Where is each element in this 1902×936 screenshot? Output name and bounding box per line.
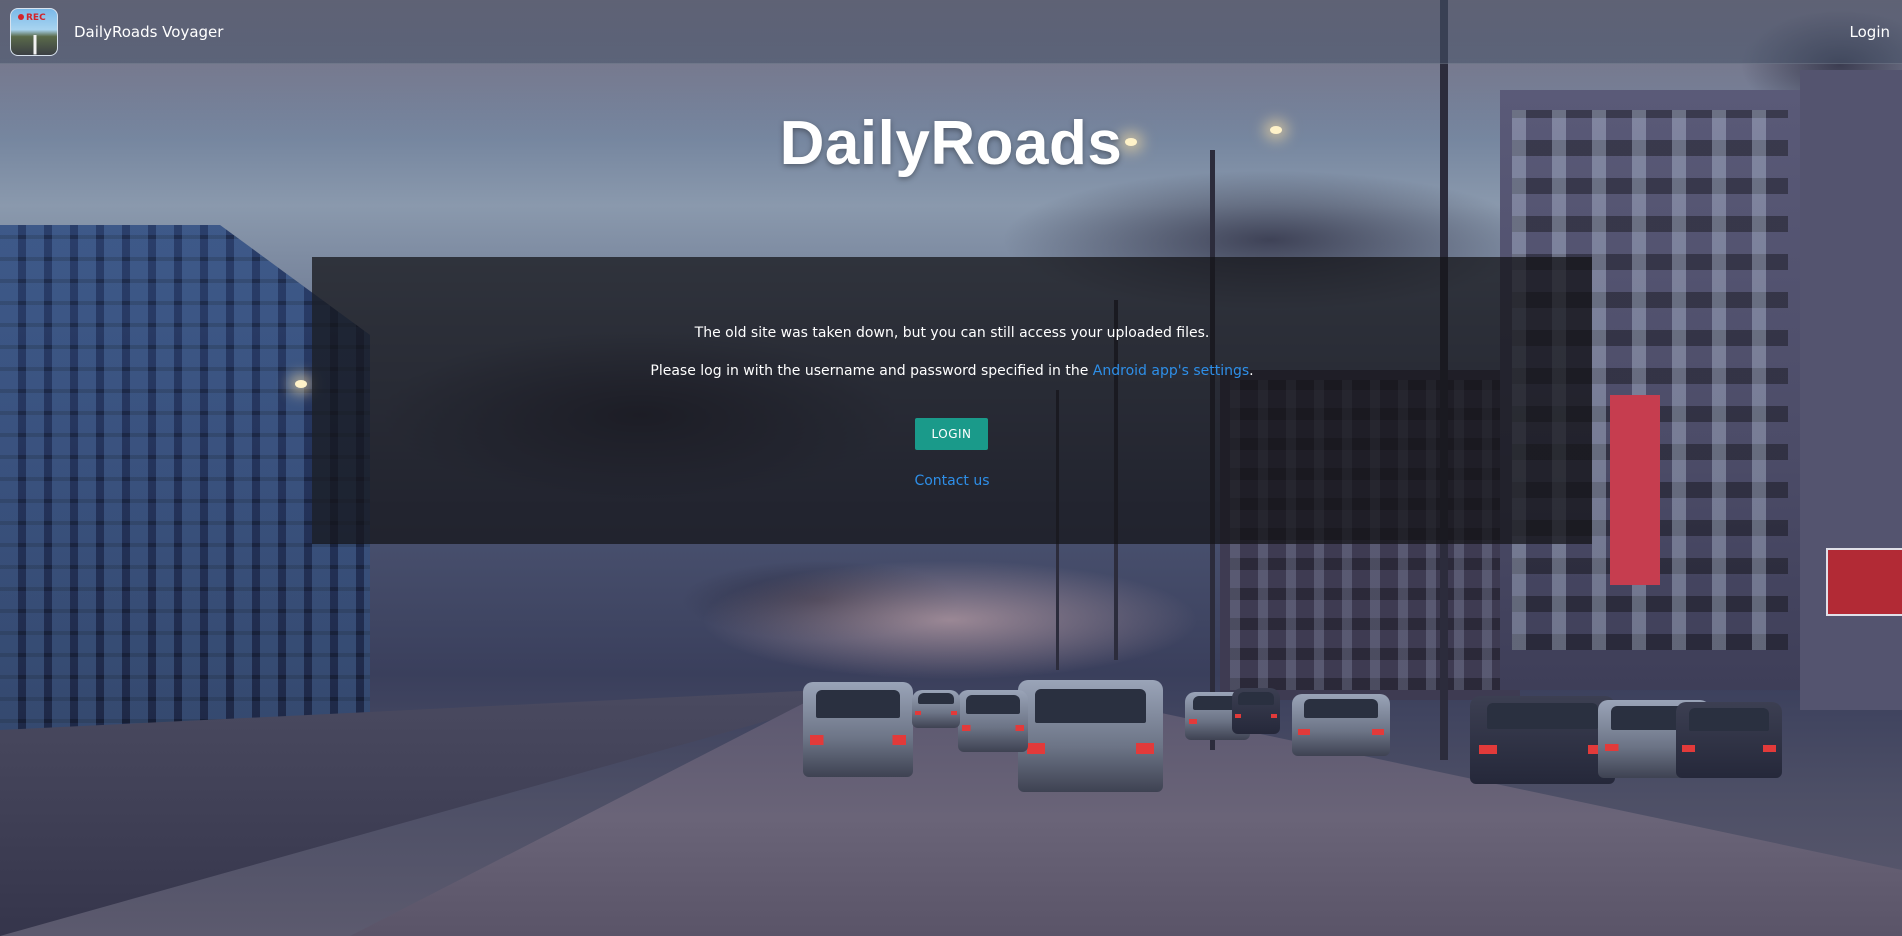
android-settings-link[interactable]: Android app's settings	[1093, 363, 1249, 379]
brand-name-link[interactable]: DailyRoads Voyager	[74, 23, 223, 41]
car	[912, 690, 960, 728]
message-line-2-prefix: Please log in with the username and pass…	[650, 363, 1093, 379]
brand: REC DailyRoads Voyager	[10, 7, 223, 56]
car	[803, 682, 913, 777]
road-icon	[21, 34, 49, 55]
car	[1292, 694, 1390, 756]
horizon-glow	[700, 560, 1200, 680]
car	[1018, 680, 1163, 792]
car	[1232, 688, 1280, 734]
rec-badge: REC	[18, 13, 46, 23]
red-banner	[1610, 395, 1660, 585]
page: REC DailyRoads Voyager Login DailyRoads …	[0, 0, 1902, 936]
contact-us-link[interactable]: Contact us	[312, 473, 1592, 489]
car	[958, 690, 1028, 752]
page-title: DailyRoads	[779, 109, 1123, 178]
login-button[interactable]: LOGIN	[915, 418, 988, 450]
app-logo-icon[interactable]: REC	[10, 7, 58, 56]
red-sign	[1826, 548, 1902, 616]
top-navbar: REC DailyRoads Voyager Login	[0, 0, 1902, 64]
car	[1470, 696, 1615, 784]
nav-login-link[interactable]: Login	[1850, 23, 1890, 41]
car	[1676, 702, 1782, 778]
message-line-2: Please log in with the username and pass…	[312, 361, 1592, 381]
message-line-1: The old site was taken down, but you can…	[694, 325, 1210, 341]
message-panel: The old site was taken down, but you can…	[312, 257, 1592, 544]
message-line-2-suffix: .	[1249, 363, 1254, 379]
street-lamp	[295, 380, 307, 388]
